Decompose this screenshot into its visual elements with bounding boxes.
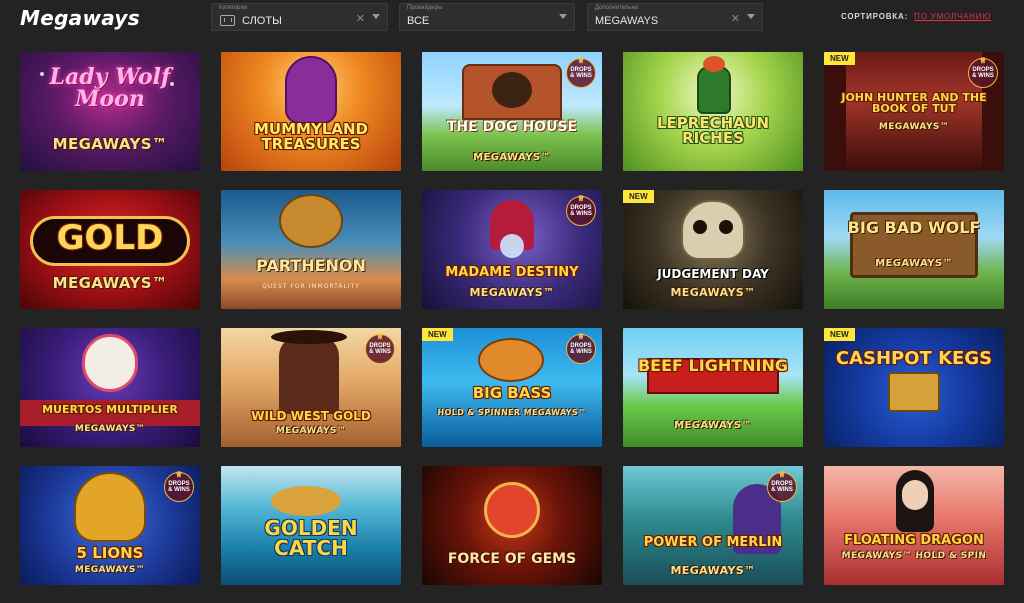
game-title: Madame Destiny: [445, 265, 579, 280]
slot-machine-icon: [220, 15, 235, 26]
game-tile[interactable]: Leprechaun Riches: [623, 52, 803, 171]
clear-category-icon[interactable]: ✕: [356, 12, 365, 25]
extra-filter-value: MEGAWAYS: [595, 15, 659, 27]
game-subtitle: MEGAWAYS™ HOLD & SPIN: [841, 551, 987, 561]
game-tile[interactable]: DROPS& WINS Power of Merlin MEGAWAYS™: [623, 466, 803, 585]
extra-filter-select[interactable]: Дополнительно MEGAWAYS ✕: [587, 3, 763, 31]
game-tile[interactable]: Mummyland Treasures: [221, 52, 401, 171]
game-subtitle: MEGAWAYS™: [74, 424, 146, 434]
provider-filter-select[interactable]: Провайдеры ВСЕ: [399, 3, 575, 31]
game-tile[interactable]: Muertos Multiplier MEGAWAYS™: [20, 328, 200, 447]
drops-wins-badge: DROPS& WINS: [566, 195, 596, 226]
game-subtitle: MEGAWAYS™: [275, 426, 347, 436]
chevron-down-icon[interactable]: [372, 14, 380, 19]
game-tile[interactable]: Big Bad Wolf MEGAWAYS™: [824, 190, 1004, 309]
game-tile[interactable]: Beef Lightning MEGAWAYS™: [623, 328, 803, 447]
game-title: Cashpot Kegs: [835, 348, 993, 369]
sort-option-link[interactable]: ПО УМОЛЧАНИЮ: [914, 12, 991, 21]
game-title: Force of Gems: [447, 551, 577, 567]
provider-filter-label: Провайдеры: [407, 5, 443, 11]
game-title: Floating Dragon: [844, 533, 984, 548]
game-tile[interactable]: Gold MEGAWAYS™: [20, 190, 200, 309]
new-badge: NEW: [824, 52, 855, 65]
game-title: John Hunter and the Book of Tut: [841, 91, 987, 116]
game-tile[interactable]: Force of Gems: [422, 466, 602, 585]
game-title: Golden Catch: [264, 516, 358, 561]
drops-wins-badge: DROPS& WINS: [164, 471, 194, 502]
game-subtitle: QUEST FOR IMMORTALITY: [262, 283, 360, 290]
game-subtitle: MEGAWAYS™: [878, 122, 950, 132]
extra-filter-label: Дополнительно: [595, 5, 639, 11]
game-subtitle: MEGAWAYS™: [52, 135, 168, 153]
game-subtitle: MEGAWAYS™: [875, 258, 953, 269]
game-tile[interactable]: DROPS& WINS Madame Destiny MEGAWAYS™: [422, 190, 602, 309]
category-filter-select[interactable]: Категории СЛОТЫ ✕: [211, 3, 388, 31]
game-tile[interactable]: DROPS& WINS 5 Lions MEGAWAYS™: [20, 466, 200, 585]
game-tile[interactable]: Floating Dragon MEGAWAYS™ HOLD & SPIN: [824, 466, 1004, 585]
game-title: Power of Merlin: [643, 535, 783, 550]
game-title: Big Bass: [472, 384, 552, 402]
game-title: The Dog House: [446, 119, 578, 135]
game-tile[interactable]: NEW Cashpot Kegs: [824, 328, 1004, 447]
game-title: Gold: [56, 218, 164, 258]
game-subtitle: MEGAWAYS™: [670, 564, 756, 577]
game-subtitle: MEGAWAYS™: [674, 420, 752, 431]
game-tile[interactable]: NEW DROPS& WINS Big Bass HOLD & SPINNER …: [422, 328, 602, 447]
games-grid: Lady Wolf Moon MEGAWAYS™ Mummyland Treas…: [20, 52, 1005, 585]
game-subtitle: MEGAWAYS™: [670, 286, 756, 299]
game-title: 5 Lions: [76, 544, 144, 562]
game-subtitle: MEGAWAYS™: [74, 565, 146, 575]
chevron-down-icon[interactable]: [559, 14, 567, 19]
game-title: Beef Lightning: [637, 356, 788, 375]
game-subtitle: MEGAWAYS™: [52, 274, 168, 292]
provider-filter-value: ВСЕ: [407, 15, 430, 27]
game-tile[interactable]: Parthenon QUEST FOR IMMORTALITY: [221, 190, 401, 309]
game-subtitle: HOLD & SPINNER MEGAWAYS™: [437, 408, 587, 417]
game-title: Judgement Day: [657, 267, 769, 281]
top-bar: Megaways Категории СЛОТЫ ✕ Провайдеры ВС…: [0, 0, 1024, 38]
game-tile[interactable]: DROPS& WINS The Dog House MEGAWAYS™: [422, 52, 602, 171]
new-badge: NEW: [422, 328, 453, 341]
sort-control: СОРТИРОВКА: ПО УМОЛЧАНИЮ: [841, 12, 991, 21]
drops-wins-badge: DROPS& WINS: [566, 57, 596, 88]
game-title: Leprechaun Riches: [656, 114, 770, 148]
game-title: Big Bad Wolf: [847, 218, 981, 237]
game-tile[interactable]: NEW Judgement Day MEGAWAYS™: [623, 190, 803, 309]
category-filter-value: СЛОТЫ: [242, 15, 282, 27]
game-subtitle: MEGAWAYS™: [473, 152, 551, 163]
game-title: Mummyland Treasures: [254, 120, 368, 154]
page-title: Megaways: [20, 6, 140, 30]
new-badge: NEW: [824, 328, 855, 341]
game-tile[interactable]: Golden Catch: [221, 466, 401, 585]
drops-wins-badge: DROPS& WINS: [365, 333, 395, 364]
game-title: Muertos Multiplier: [42, 403, 178, 416]
drops-wins-badge: DROPS& WINS: [566, 333, 596, 364]
game-tile[interactable]: DROPS& WINS Wild West Gold MEGAWAYS™: [221, 328, 401, 447]
drops-wins-badge: DROPS& WINS: [767, 471, 797, 502]
game-tile[interactable]: Lady Wolf Moon MEGAWAYS™: [20, 52, 200, 171]
game-tile[interactable]: NEW DROPS& WINS John Hunter and the Book…: [824, 52, 1004, 171]
game-subtitle: MEGAWAYS™: [469, 286, 555, 299]
game-title: Wild West Gold: [251, 409, 371, 423]
category-filter-label: Категории: [219, 5, 248, 11]
drops-wins-badge: DROPS& WINS: [968, 57, 998, 88]
clear-extra-icon[interactable]: ✕: [731, 12, 740, 25]
new-badge: NEW: [623, 190, 654, 203]
game-title: Lady Wolf Moon: [49, 64, 171, 113]
sort-label: СОРТИРОВКА:: [841, 12, 909, 21]
game-title: Parthenon: [256, 256, 366, 275]
chevron-down-icon[interactable]: [747, 14, 755, 19]
